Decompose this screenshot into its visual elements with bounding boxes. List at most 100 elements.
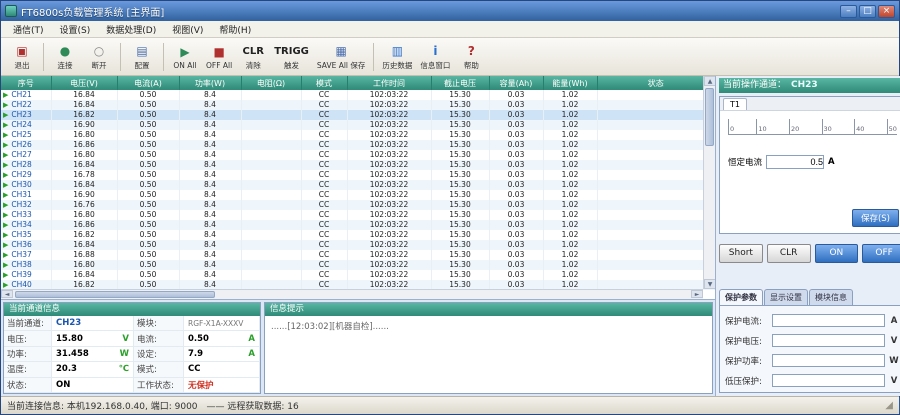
toolbar-info-window-button[interactable]: i信息窗口 bbox=[416, 40, 454, 74]
info-value: CH23 bbox=[52, 316, 134, 331]
table-row[interactable]: ▶CH2116.840.508.4CC102:03:2215.300.031.0… bbox=[1, 90, 715, 100]
column-header[interactable]: 截止电压 bbox=[431, 76, 489, 90]
channel-id: CH27 bbox=[11, 150, 31, 159]
value-cell: 0.03 bbox=[489, 180, 543, 190]
column-header[interactable]: 容量(Ah) bbox=[489, 76, 543, 90]
menu-item-help[interactable]: 帮助(H) bbox=[211, 22, 259, 37]
column-header[interactable]: 功率(W) bbox=[179, 76, 241, 90]
toolbar-history-button[interactable]: ▥历史数据 bbox=[378, 40, 416, 74]
toolbar-trigg-button[interactable]: TRIGG触发 bbox=[270, 40, 313, 74]
toolbar-on-all-button[interactable]: ▶ON All bbox=[168, 40, 202, 74]
value-cell bbox=[597, 140, 715, 150]
toolbar-off-all-button[interactable]: ■OFF All bbox=[202, 40, 236, 74]
table-row[interactable]: ▶CH2216.840.508.4CC102:03:2215.300.031.0… bbox=[1, 100, 715, 110]
toolbar-save-all-button[interactable]: ▦SAVE All 保存 bbox=[313, 40, 370, 74]
resize-grip-icon[interactable]: ◢ bbox=[885, 400, 893, 411]
column-header[interactable]: 序号 bbox=[1, 76, 51, 90]
tab-display[interactable]: 显示设置 bbox=[764, 289, 808, 305]
table-row[interactable]: ▶CH2416.900.508.4CC102:03:2215.300.031.0… bbox=[1, 120, 715, 130]
protect-voltage-input[interactable] bbox=[772, 334, 885, 347]
column-header[interactable]: 电阻(Ω) bbox=[241, 76, 301, 90]
info-value: CC bbox=[184, 362, 260, 377]
value-cell: 102:03:22 bbox=[347, 230, 431, 240]
tab-module[interactable]: 模块信息 bbox=[809, 289, 853, 305]
scroll-left-icon[interactable]: ◄ bbox=[1, 290, 13, 298]
toolbar-exit-button[interactable]: ▣退出 bbox=[5, 40, 39, 74]
table-row[interactable]: ▶CH2616.860.508.4CC102:03:2215.300.031.0… bbox=[1, 140, 715, 150]
table-row[interactable]: ▶CH2716.800.508.4CC102:03:2215.300.031.0… bbox=[1, 150, 715, 160]
horizontal-scrollbar[interactable]: ◄ ► bbox=[1, 289, 703, 299]
channel-id: CH26 bbox=[11, 140, 31, 149]
trigg-icon: TRIGG bbox=[274, 43, 309, 60]
scroll-down-icon[interactable]: ▼ bbox=[704, 279, 715, 289]
value-cell: 102:03:22 bbox=[347, 260, 431, 270]
toolbar-config-button[interactable]: ▤配置 bbox=[125, 40, 159, 74]
table-row[interactable]: ▶CH2516.800.508.4CC102:03:2215.300.031.0… bbox=[1, 130, 715, 140]
value-cell: 15.30 bbox=[431, 170, 489, 180]
toolbar-disconnect-button[interactable]: ○断开 bbox=[82, 40, 116, 74]
close-button[interactable]: × bbox=[878, 5, 895, 18]
info-value-text: 20.3 bbox=[56, 364, 77, 374]
table-row[interactable]: ▶CH3316.800.508.4CC102:03:2215.300.031.0… bbox=[1, 210, 715, 220]
channel-cell: ▶CH35 bbox=[1, 230, 51, 240]
column-header[interactable]: 工作时间 bbox=[347, 76, 431, 90]
scroll-up-icon[interactable]: ▲ bbox=[704, 76, 715, 86]
toolbar-connect-button[interactable]: ●连接 bbox=[48, 40, 82, 74]
value-cell: 16.80 bbox=[51, 260, 117, 270]
mode-tab-t1[interactable]: T1 bbox=[723, 98, 747, 110]
toolbar-clr-button[interactable]: CLR清除 bbox=[236, 40, 270, 74]
value-cell: 15.30 bbox=[431, 210, 489, 220]
value-cell: 1.02 bbox=[543, 260, 597, 270]
table-row[interactable]: ▶CH3816.800.508.4CC102:03:2215.300.031.0… bbox=[1, 260, 715, 270]
column-header[interactable]: 状态 bbox=[597, 76, 715, 90]
vertical-scrollbar[interactable]: ▲ ▼ bbox=[703, 76, 715, 289]
toolbar-help-button[interactable]: ?帮助 bbox=[454, 40, 488, 74]
horizontal-scroll-thumb[interactable] bbox=[15, 291, 215, 298]
table-row[interactable]: ▶CH3116.900.508.4CC102:03:2215.300.031.0… bbox=[1, 190, 715, 200]
info-value-text: 31.458 bbox=[56, 349, 89, 359]
minimize-button[interactable]: – bbox=[840, 5, 857, 18]
table-row[interactable]: ▶CH3716.880.508.4CC102:03:2215.300.031.0… bbox=[1, 250, 715, 260]
toolbar-button-label: 帮助 bbox=[464, 60, 479, 71]
constant-current-input[interactable] bbox=[766, 155, 824, 169]
value-cell: 16.84 bbox=[51, 270, 117, 280]
protect-power-input[interactable] bbox=[772, 354, 885, 367]
table-row[interactable]: ▶CH3916.840.508.4CC102:03:2215.300.031.0… bbox=[1, 270, 715, 280]
tab-protection[interactable]: 保护参数 bbox=[719, 289, 763, 305]
table-row[interactable]: ▶CH3216.760.508.4CC102:03:2215.300.031.0… bbox=[1, 200, 715, 210]
menu-item-settings[interactable]: 设置(S) bbox=[52, 22, 99, 37]
status-bar: 当前连接信息: 本机192.168.0.40, 端口: 9000 —— 远程获取… bbox=[1, 396, 899, 414]
table-row[interactable]: ▶CH3416.860.508.4CC102:03:2215.300.031.0… bbox=[1, 220, 715, 230]
main-area: 序号电压(V)电流(A)功率(W)电阻(Ω)模式工作时间截止电压容量(Ah)能量… bbox=[1, 76, 899, 396]
table-row[interactable]: ▶CH2316.820.508.4CC102:03:2215.300.031.0… bbox=[1, 110, 715, 120]
column-header[interactable]: 电流(A) bbox=[117, 76, 179, 90]
menu-item-data-process[interactable]: 数据处理(D) bbox=[98, 22, 164, 37]
value-cell: 8.4 bbox=[179, 230, 241, 240]
scale-tick: 50 bbox=[887, 119, 897, 135]
short-button[interactable]: Short bbox=[719, 244, 763, 263]
table-row[interactable]: ▶CH3016.840.508.4CC102:03:2215.300.031.0… bbox=[1, 180, 715, 190]
off-button[interactable]: OFF bbox=[862, 244, 900, 263]
info-value: 7.9A bbox=[184, 347, 260, 362]
maximize-button[interactable]: □ bbox=[859, 5, 876, 18]
mode-save-button[interactable]: 保存(S) bbox=[852, 209, 899, 227]
menu-item-comm[interactable]: 通信(T) bbox=[5, 22, 52, 37]
column-header[interactable]: 能量(Wh) bbox=[543, 76, 597, 90]
table-row[interactable]: ▶CH3516.820.508.4CC102:03:2215.300.031.0… bbox=[1, 230, 715, 240]
clr-button[interactable]: CLR bbox=[767, 244, 811, 263]
table-row[interactable]: ▶CH2916.780.508.4CC102:03:2215.300.031.0… bbox=[1, 170, 715, 180]
undervoltage-protect-input[interactable] bbox=[772, 374, 885, 387]
value-cell: 1.02 bbox=[543, 190, 597, 200]
column-header[interactable]: 模式 bbox=[301, 76, 347, 90]
protect-voltage-row: 保护电压:V bbox=[725, 334, 900, 347]
column-header[interactable]: 电压(V) bbox=[51, 76, 117, 90]
table-row[interactable]: ▶CH2816.840.508.4CC102:03:2215.300.031.0… bbox=[1, 160, 715, 170]
on-button[interactable]: ON bbox=[815, 244, 859, 263]
protect-current-input[interactable] bbox=[772, 314, 885, 327]
value-cell: 15.30 bbox=[431, 140, 489, 150]
value-cell: 8.4 bbox=[179, 140, 241, 150]
scroll-right-icon[interactable]: ► bbox=[691, 290, 703, 298]
vertical-scroll-thumb[interactable] bbox=[705, 88, 714, 146]
menu-item-view[interactable]: 视图(V) bbox=[164, 22, 211, 37]
table-row[interactable]: ▶CH3616.840.508.4CC102:03:2215.300.031.0… bbox=[1, 240, 715, 250]
